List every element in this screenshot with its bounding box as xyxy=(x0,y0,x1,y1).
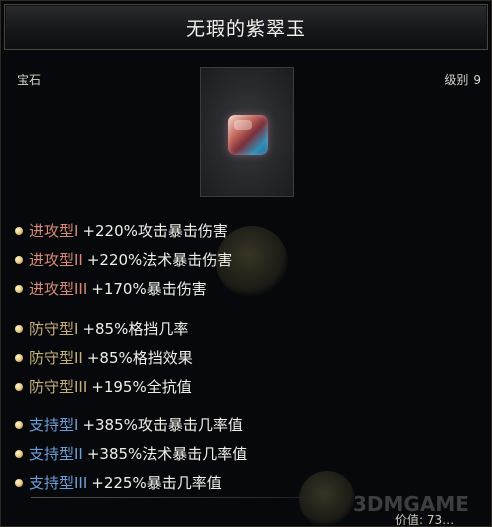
stat-category: 支持型II xyxy=(29,445,83,463)
stat-effect: +225%暴击几率值 xyxy=(91,474,222,492)
defense-section: 防守型I +85%格挡几率 防守型II +85%格挡效果 防守型III +195… xyxy=(15,314,193,401)
level-value: 9 xyxy=(473,73,481,87)
mascot-watermark-icon xyxy=(299,471,355,526)
bullet-icon xyxy=(15,382,23,391)
stat-row: 防守型I +85%格挡几率 xyxy=(15,314,193,343)
item-icon-frame xyxy=(200,67,294,197)
item-level: 级别 9 xyxy=(444,71,481,88)
stat-row: 支持型II +385%法术暴击几率值 xyxy=(15,439,247,468)
item-type: 宝石 xyxy=(17,73,42,87)
item-price: 价值: 73… xyxy=(395,513,455,527)
stat-effect: +195%全抗值 xyxy=(91,378,192,396)
bullet-icon xyxy=(15,420,23,429)
stat-effect: +85%格挡几率 xyxy=(82,320,189,338)
item-tooltip: 无瑕的紫翠玉 宝石 级别 9 进攻型I +220%攻击暴击伤害 进攻型II +22… xyxy=(0,0,492,527)
stat-category: 防守型I xyxy=(29,320,79,338)
stat-effect: +220%攻击暴击伤害 xyxy=(82,222,228,240)
bullet-icon xyxy=(15,353,23,362)
stat-category: 进攻型II xyxy=(29,251,83,269)
stat-row: 防守型II +85%格挡效果 xyxy=(15,343,193,372)
stat-row: 进攻型I +220%攻击暴击伤害 xyxy=(15,216,232,245)
attack-section: 进攻型I +220%攻击暴击伤害 进攻型II +220%法术暴击伤害 进攻型II… xyxy=(15,216,232,303)
support-section: 支持型I +385%攻击暴击几率值 支持型II +385%法术暴击几率值 支持型… xyxy=(15,410,247,497)
bullet-icon xyxy=(15,226,23,235)
stat-effect: +85%格挡效果 xyxy=(86,349,193,367)
gem-icon xyxy=(228,115,268,155)
stat-category: 进攻型I xyxy=(29,222,79,240)
title-bar: 无瑕的紫翠玉 xyxy=(4,4,488,50)
stat-row: 进攻型III +170%暴击伤害 xyxy=(15,274,232,303)
item-title: 无瑕的紫翠玉 xyxy=(185,17,306,40)
stat-category: 防守型II xyxy=(29,349,83,367)
bullet-icon xyxy=(15,284,23,293)
stat-effect: +385%法术暴击几率值 xyxy=(86,445,248,463)
stat-category: 进攻型III xyxy=(29,280,88,298)
stat-category: 支持型III xyxy=(29,474,88,492)
bullet-icon xyxy=(15,449,23,458)
stat-category: 支持型I xyxy=(29,416,79,434)
bullet-icon xyxy=(15,478,23,487)
stat-row: 支持型III +225%暴击几率值 xyxy=(15,468,247,497)
stat-category: 防守型III xyxy=(29,378,88,396)
stat-row: 进攻型II +220%法术暴击伤害 xyxy=(15,245,232,274)
stat-effect: +220%法术暴击伤害 xyxy=(86,251,233,269)
stat-row: 防守型III +195%全抗值 xyxy=(15,372,193,401)
level-label: 级别 xyxy=(444,73,469,87)
divider xyxy=(31,497,341,498)
bullet-icon xyxy=(15,255,23,264)
bullet-icon xyxy=(15,324,23,333)
stat-effect: +170%暴击伤害 xyxy=(91,280,207,298)
stat-effect: +385%攻击暴击几率值 xyxy=(82,416,243,434)
stat-row: 支持型I +385%攻击暴击几率值 xyxy=(15,410,247,439)
